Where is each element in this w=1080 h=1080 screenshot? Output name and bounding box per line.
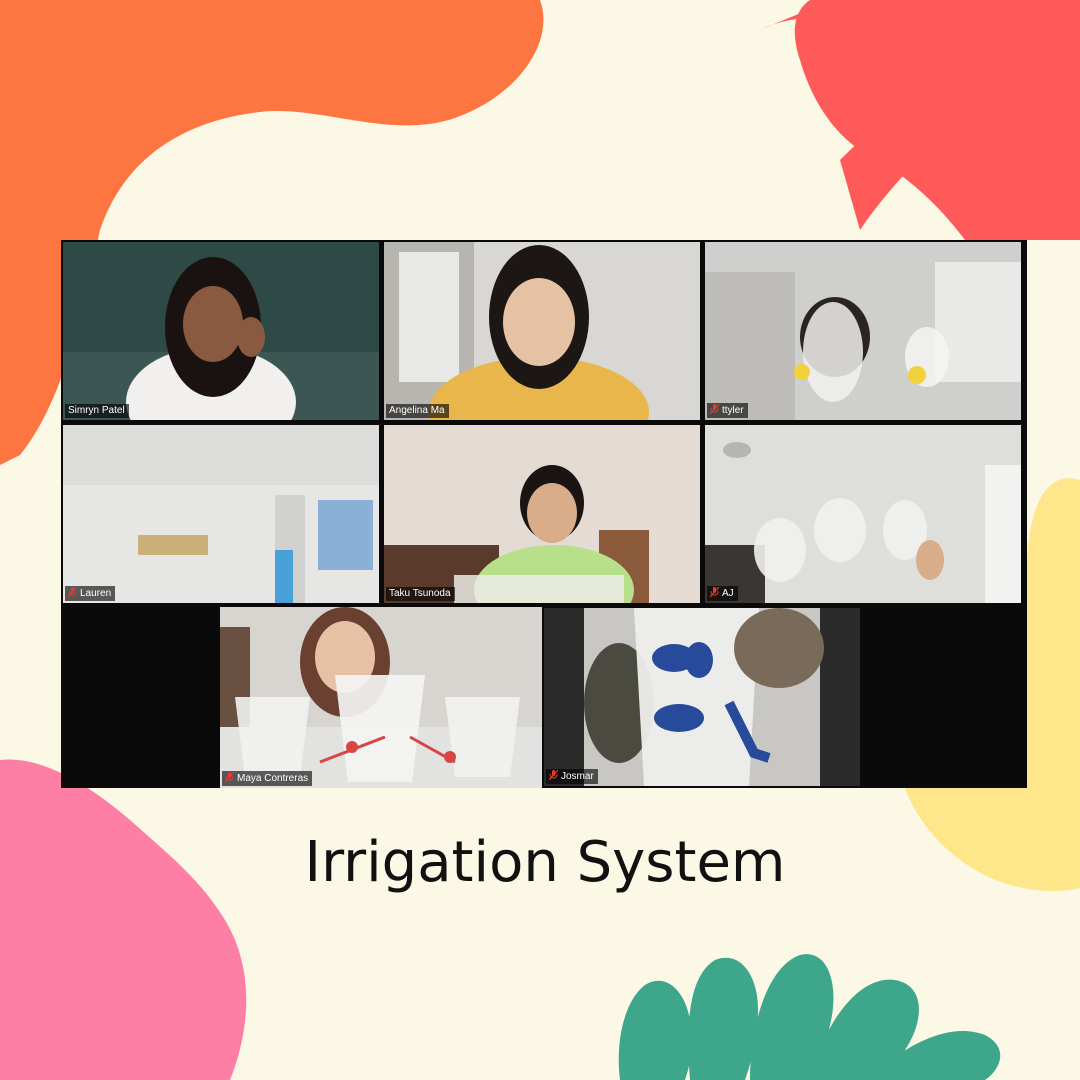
muted-mic-icon xyxy=(225,772,234,782)
muted-mic-icon xyxy=(710,587,719,597)
participant-name-label: Josmar xyxy=(546,769,598,784)
participant-name: Simryn Patel xyxy=(68,405,125,416)
participant-name-label: Maya Contreras xyxy=(222,771,313,786)
participant-name: Maya Contreras xyxy=(237,773,309,784)
video-tile-josmar[interactable]: Josmar xyxy=(544,608,860,786)
teal-leaf xyxy=(618,954,1001,1080)
video-feed xyxy=(63,242,379,420)
red-leaf xyxy=(760,0,1080,240)
video-tile-maya-contreras[interactable]: Maya Contreras xyxy=(220,607,542,788)
participant-name: Taku Tsunoda xyxy=(389,588,451,599)
participant-name-label: Taku Tsunoda xyxy=(386,587,455,601)
video-feed xyxy=(705,425,1021,603)
page-title: Irrigation System xyxy=(304,830,786,895)
muted-mic-icon xyxy=(549,770,558,780)
participant-name-label: Angelina Ma xyxy=(386,404,449,418)
participant-name-label: ttyler xyxy=(707,403,748,418)
video-feed xyxy=(384,425,700,603)
video-feed xyxy=(544,608,860,786)
participant-name: ttyler xyxy=(722,405,744,416)
muted-mic-icon xyxy=(68,587,77,597)
participant-name: Lauren xyxy=(80,588,112,599)
participant-name: AJ xyxy=(722,588,734,599)
video-feed xyxy=(384,242,700,420)
video-tile-lauren[interactable]: Lauren xyxy=(63,425,379,603)
pink-blob xyxy=(0,759,247,1080)
participant-name: Josmar xyxy=(561,771,594,782)
participant-name-label: AJ xyxy=(707,586,738,601)
video-tile-simryn-patel[interactable]: Simryn Patel xyxy=(63,242,379,420)
participant-name-label: Simryn Patel xyxy=(65,404,129,418)
muted-mic-icon xyxy=(710,404,719,414)
participant-name: Angelina Ma xyxy=(389,405,445,416)
video-tile-angelina-ma[interactable]: Angelina Ma xyxy=(384,242,700,420)
video-feed xyxy=(63,425,379,603)
video-tile-taku-tsunoda[interactable]: Taku Tsunoda xyxy=(384,425,700,603)
participant-name-label: Lauren xyxy=(65,586,116,601)
video-tile-ttyler[interactable]: ttyler xyxy=(705,242,1021,420)
video-feed xyxy=(705,242,1021,420)
video-call-grid: Simryn Patel Angelina Ma ttyler Lauren T… xyxy=(61,240,1027,788)
video-feed xyxy=(220,607,542,788)
video-tile-aj[interactable]: AJ xyxy=(705,425,1021,603)
